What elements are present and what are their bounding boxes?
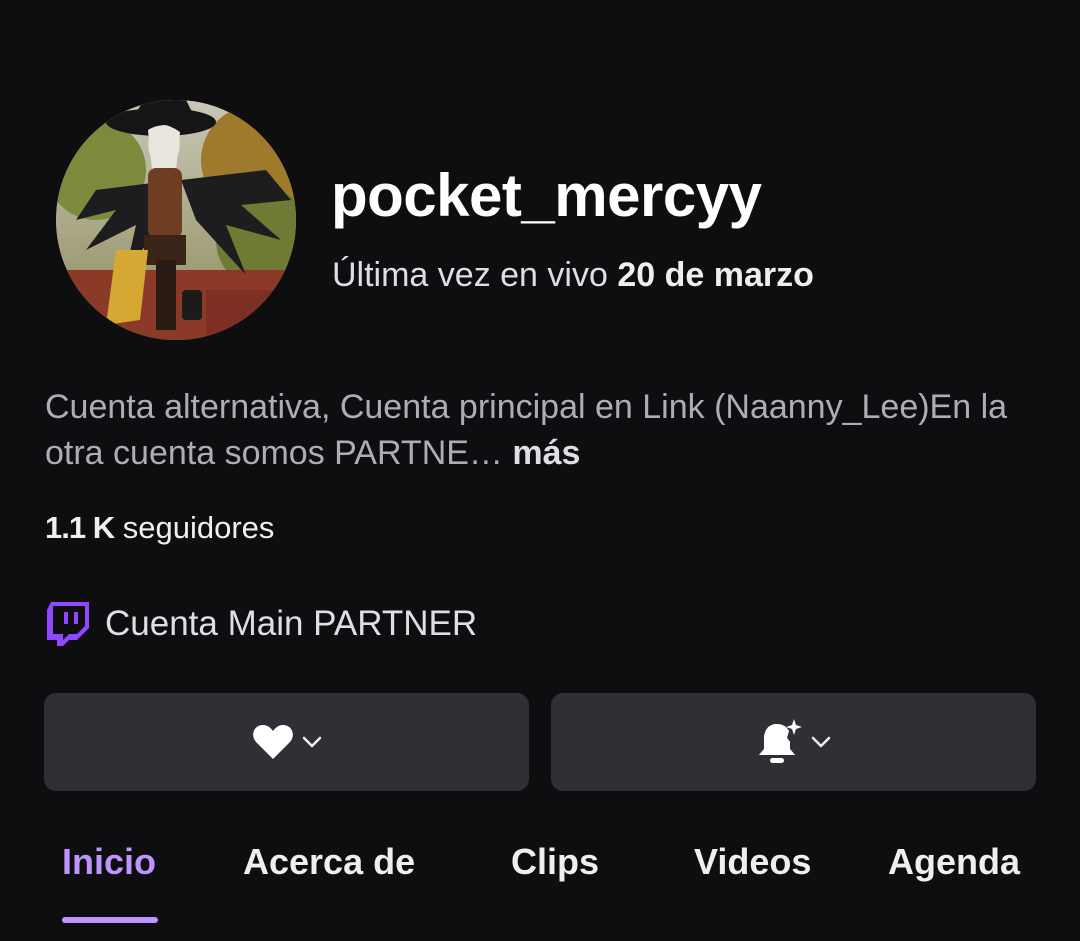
channel-username: pocket_mercyy — [331, 162, 762, 229]
followers-number: 1.1 K — [45, 510, 115, 545]
tab-clips[interactable]: Clips — [511, 836, 599, 888]
tab-acerca-de[interactable]: Acerca de — [243, 836, 415, 888]
followers-label: seguidores — [122, 510, 275, 545]
team-name: Cuenta Main PARTNER — [105, 604, 478, 643]
heart-icon — [252, 724, 294, 760]
tab-inicio[interactable]: Inicio — [62, 836, 156, 888]
notifications-button[interactable] — [551, 693, 1036, 791]
bell-sparkle-icon — [757, 718, 803, 766]
last-live-date: 20 de marzo — [617, 256, 814, 294]
channel-bio: Cuenta alternativa, Cuenta principal en … — [45, 384, 1035, 476]
team-link[interactable]: Cuenta Main PARTNER — [45, 598, 477, 650]
follow-button[interactable] — [44, 693, 529, 791]
tab-agenda[interactable]: Agenda — [888, 836, 1020, 888]
follower-count: 1.1 K seguidores — [45, 508, 274, 548]
avatar[interactable] — [56, 100, 296, 340]
chevron-down-icon — [302, 736, 322, 748]
channel-profile-page: pocket_mercyy Última vez en vivo 20 de m… — [0, 0, 1080, 941]
last-live-status: Última vez en vivo 20 de marzo — [332, 253, 814, 297]
avatar-image — [56, 100, 296, 340]
bio-more-link[interactable]: más — [512, 434, 580, 472]
twitch-glitch-icon — [47, 602, 89, 646]
active-tab-indicator — [62, 917, 158, 923]
tab-videos[interactable]: Videos — [694, 836, 811, 888]
chevron-down-icon — [811, 736, 831, 748]
last-live-prefix: Última vez en vivo — [332, 256, 608, 294]
channel-tabs: Inicio Acerca de Clips Videos Agenda — [0, 836, 1080, 896]
